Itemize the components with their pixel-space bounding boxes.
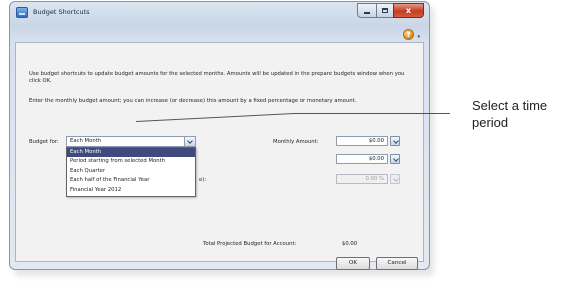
maximize-button[interactable] <box>376 3 393 18</box>
intro-text-2: Enter the monthly budget amount; you can… <box>29 98 357 104</box>
close-icon: x <box>405 6 412 15</box>
adjust-amount-calculator-button[interactable] <box>390 154 400 164</box>
adjust-amount-input[interactable]: $0.00 <box>336 154 388 164</box>
cancel-button[interactable]: Cancel <box>376 257 418 270</box>
chevron-down-icon <box>393 175 399 182</box>
title-bar: Budget Shortcuts x <box>10 2 429 26</box>
budget-for-label: Budget for: <box>29 139 59 145</box>
intro-text-1: Use budget shortcuts to update budget am… <box>29 71 405 85</box>
minimize-button[interactable] <box>357 3 376 18</box>
window-title: Budget Shortcuts <box>33 8 90 16</box>
toolbar-strip: ? ▾ <box>15 26 424 42</box>
chevron-down-icon <box>187 138 193 144</box>
monthly-amount-label: Monthly Amount: <box>273 139 319 145</box>
option-each-month[interactable]: Each Month <box>67 148 195 158</box>
total-projected-label: Total Projected Budget for Account: <box>203 241 297 247</box>
dialog-body: Use budget shortcuts to update budget am… <box>15 42 424 270</box>
monthly-amount-input[interactable]: $0.00 <box>336 136 388 146</box>
maximize-icon <box>382 8 388 13</box>
ok-button[interactable]: OK <box>336 257 370 270</box>
budget-for-dropdown-list: Each Month Period starting from selected… <box>66 147 196 197</box>
close-button[interactable]: x <box>393 3 424 18</box>
help-menu-arrow-icon[interactable]: ▾ <box>417 34 420 40</box>
option-each-half-year[interactable]: Each half of the Financial Year <box>67 176 195 185</box>
help-icon[interactable]: ? <box>403 29 414 40</box>
partially-hidden-label: e): <box>199 177 207 183</box>
percentage-spinner-button <box>390 174 400 184</box>
monthly-amount-calculator-button[interactable] <box>390 136 400 146</box>
total-projected-value: $0.00 <box>342 241 358 247</box>
calculator-icon <box>393 137 399 144</box>
budget-for-selected-value: Each Month <box>70 138 102 144</box>
option-financial-year-2012[interactable]: Financial Year 2012 <box>67 186 195 195</box>
budget-app-icon <box>16 7 28 18</box>
calculator-icon <box>393 155 399 162</box>
minimize-icon <box>364 12 370 14</box>
window-controls: x <box>357 3 424 18</box>
option-period-from-selected-month[interactable]: Period starting from selected Month <box>67 157 195 166</box>
percentage-input: 0.00 % <box>336 174 388 184</box>
budget-shortcuts-window: Budget Shortcuts x ? ▾ Use budget shortc… <box>9 1 430 270</box>
budget-for-select[interactable]: Each Month <box>66 136 196 147</box>
callout-text: Select a time period <box>472 98 548 130</box>
callout-leader-line <box>293 113 450 114</box>
budget-for-dropdown-button[interactable] <box>184 137 195 146</box>
option-each-quarter[interactable]: Each Quarter <box>67 167 195 176</box>
